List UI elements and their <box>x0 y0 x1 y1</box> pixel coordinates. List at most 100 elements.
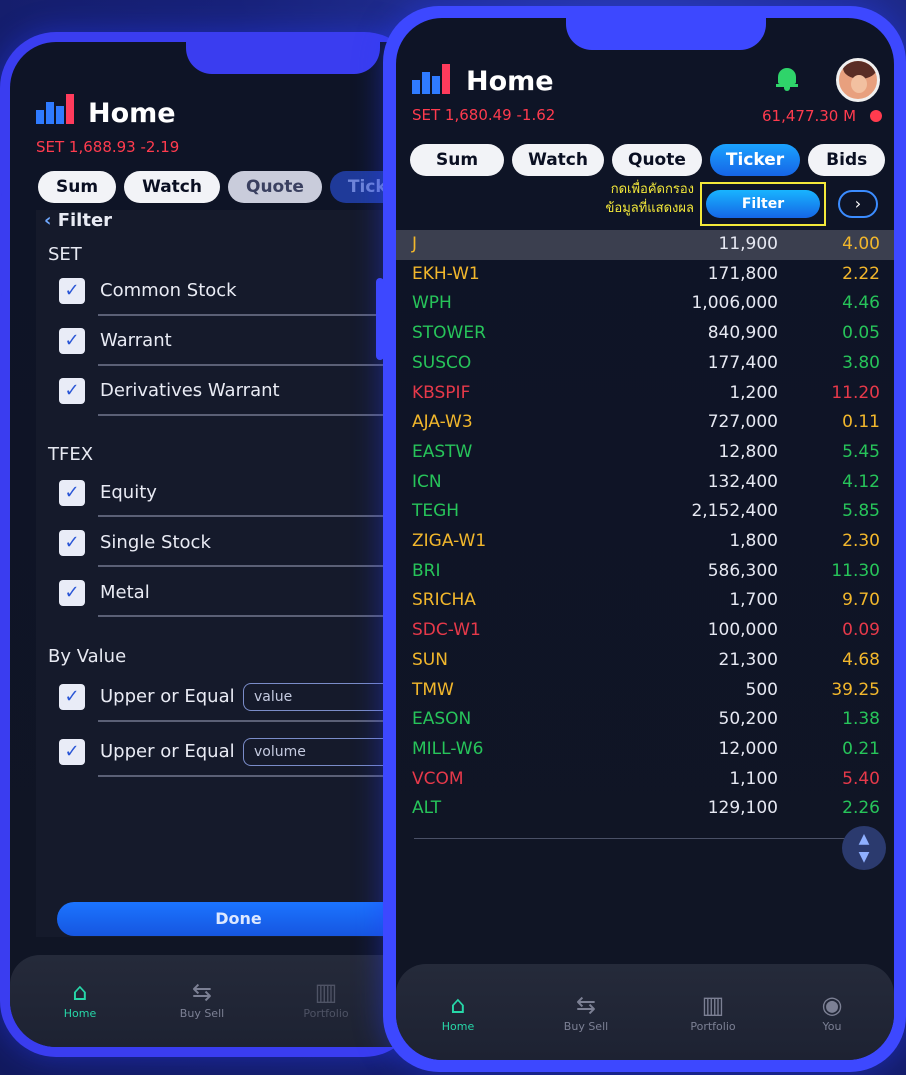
checkbox-upper-equal-value[interactable] <box>59 684 85 710</box>
ticker-row[interactable]: SDC-W1 100,000 0.09 <box>396 616 894 646</box>
ticker-value: 9.70 <box>842 590 880 611</box>
chevron-up-icon: ▲ <box>858 831 870 847</box>
volume-down-button <box>0 292 2 372</box>
ticker-row[interactable]: ICN 132,400 4.12 <box>396 468 894 498</box>
nav-home-label: Home <box>63 1007 97 1020</box>
bottom-nav: ⌂ Home ⇆ Buy Sell ▥ Portfolio <box>10 955 420 1047</box>
label-metal: Metal <box>100 582 150 603</box>
ticker-row[interactable]: SRICHA 1,700 9.70 <box>396 586 894 616</box>
hint-line-1: กดเพื่อคัดกรอง <box>610 182 694 197</box>
checkbox-common-stock[interactable] <box>59 278 85 304</box>
ticker-volume: 132,400 <box>707 471 778 492</box>
scroll-toggle-button[interactable]: ▲ ▼ <box>842 826 886 870</box>
nav-portfolio[interactable]: ▥ Portfolio <box>678 990 748 1033</box>
ticker-list: J 11,900 4.00 EKH-W1 171,800 2.22 WPH 1,006,000… <box>396 230 894 830</box>
ticker-volume: 21,300 <box>718 649 778 670</box>
ticker-volume: 586,300 <box>707 560 778 581</box>
ticker-symbol: ALT <box>412 798 442 819</box>
filter-back-button[interactable]: ‹ Filter <box>44 210 112 231</box>
filter-button[interactable]: Filter <box>706 190 820 218</box>
ticker-volume: 500 <box>745 679 778 700</box>
swap-icon: ⇆ <box>575 991 597 1019</box>
ticker-symbol: SRICHA <box>412 590 476 611</box>
bell-icon[interactable] <box>776 68 798 92</box>
nav-buy-sell[interactable]: ⇆ Buy Sell <box>554 990 618 1033</box>
ticker-value: 11.20 <box>831 382 880 403</box>
ticker-row[interactable]: TEGH 2,152,400 5.85 <box>396 497 894 527</box>
ticker-value: 0.09 <box>842 620 880 641</box>
nav-you[interactable]: ◉ You <box>810 990 854 1033</box>
ticker-row[interactable]: KBSPIF 1,200 11.20 <box>396 379 894 409</box>
ticker-row[interactable]: ALT 129,100 2.26 <box>396 794 894 824</box>
done-button[interactable]: Done <box>57 902 420 936</box>
ticker-symbol: ZIGA-W1 <box>412 531 487 551</box>
ticker-row[interactable]: SUN 21,300 4.68 <box>396 646 894 676</box>
ticker-row[interactable]: WPH 1,006,000 4.46 <box>396 289 894 319</box>
power-button <box>376 278 384 360</box>
label-equity: Equity <box>100 482 157 503</box>
checkbox-metal[interactable] <box>59 580 85 606</box>
ticker-row[interactable]: BRI 586,300 11.30 <box>396 557 894 587</box>
ticker-value: 5.85 <box>842 501 880 522</box>
filter-panel <box>36 210 420 937</box>
ticker-row[interactable]: MILL-W6 12,000 0.21 <box>396 735 894 765</box>
checkbox-single-stock[interactable] <box>59 530 85 556</box>
filter-hint-annotation: กดเพื่อคัดกรอง ข้อมูลที่แสดงผล <box>572 180 695 218</box>
checkbox-derivatives-warrant[interactable] <box>59 378 85 404</box>
ticker-symbol: AJA-W3 <box>412 412 473 433</box>
nav-you-label: You <box>822 1020 842 1033</box>
home-icon: ⌂ <box>72 978 88 1006</box>
ticker-row[interactable]: ZIGA-W1 1,800 2.30 <box>396 527 894 557</box>
ticker-row[interactable]: EASTW 12,800 5.45 <box>396 438 894 468</box>
tab-quote[interactable]: Quote <box>228 171 322 203</box>
tab-watch[interactable]: Watch <box>124 171 220 203</box>
chart-bars-icon: ▥ <box>701 991 725 1019</box>
section-set: SET <box>48 244 82 265</box>
chevron-left-icon: ‹ <box>44 210 52 231</box>
filter-highlight-box: Filter <box>700 182 826 226</box>
nav-home[interactable]: ⌂ Home <box>58 977 102 1020</box>
ticker-volume: 840,900 <box>707 323 778 344</box>
ticker-row[interactable]: EASON 50,200 1.38 <box>396 705 894 735</box>
notch <box>186 42 380 74</box>
next-page-button[interactable]: › <box>838 190 878 218</box>
tab-watch[interactable]: Watch <box>512 144 604 176</box>
checkbox-upper-equal-volume[interactable] <box>59 739 85 765</box>
tab-bids[interactable]: Bids <box>808 144 886 176</box>
ticker-volume: 177,400 <box>707 352 778 373</box>
ticker-row[interactable]: VCOM 1,100 5.40 <box>396 765 894 795</box>
ticker-volume: 100,000 <box>707 620 778 641</box>
list-divider <box>414 838 874 839</box>
avatar[interactable] <box>836 58 880 102</box>
ticker-value: 0.21 <box>842 738 880 759</box>
nav-portfolio-label: Portfolio <box>690 1020 736 1033</box>
tab-quote[interactable]: Quote <box>612 144 702 176</box>
live-status-dot <box>870 110 882 122</box>
ticker-row[interactable]: STOWER 840,900 0.05 <box>396 319 894 349</box>
nav-buy-sell[interactable]: ⇆ Buy Sell <box>170 977 234 1020</box>
ticker-value: 4.46 <box>842 293 880 314</box>
ticker-value: 5.40 <box>842 768 880 789</box>
nav-portfolio[interactable]: ▥ Portfolio <box>296 977 356 1020</box>
ticker-value: 11.30 <box>831 560 880 581</box>
checkbox-warrant[interactable] <box>59 328 85 354</box>
ticker-row[interactable]: AJA-W3 727,000 0.11 <box>396 408 894 438</box>
checkbox-equity[interactable] <box>59 480 85 506</box>
ticker-symbol: J <box>412 234 418 254</box>
ticker-row[interactable]: TMW 500 39.25 <box>396 676 894 706</box>
ticker-value: 3.80 <box>842 352 880 373</box>
tab-sum[interactable]: Sum <box>38 171 117 203</box>
tab-sum[interactable]: Sum <box>410 144 505 176</box>
section-by-value: By Value <box>48 646 127 667</box>
bottom-nav: ⌂ Home ⇆ Buy Sell ▥ Portfolio ◉ You <box>396 964 894 1060</box>
ticker-volume: 129,100 <box>707 798 778 819</box>
divider <box>98 364 420 366</box>
ticker-row[interactable]: J 11,900 4.00 <box>396 230 894 260</box>
tab-ticker[interactable]: Ticker <box>709 144 801 176</box>
ticker-row[interactable]: SUSCO 177,400 3.80 <box>396 349 894 379</box>
ticker-value: 0.05 <box>842 323 880 344</box>
ticker-symbol: SDC-W1 <box>412 620 481 641</box>
label-derivatives-warrant: Derivatives Warrant <box>100 380 280 401</box>
ticker-row[interactable]: EKH-W1 171,800 2.22 <box>396 260 894 290</box>
nav-home[interactable]: ⌂ Home <box>436 990 480 1033</box>
